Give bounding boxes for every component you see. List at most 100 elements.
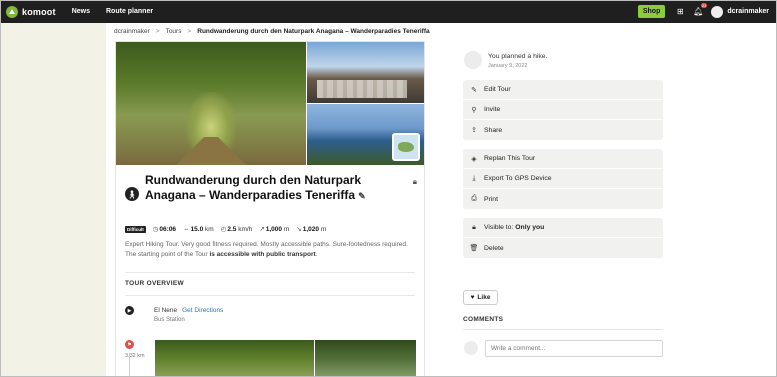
breadcrumb-separator: > <box>155 28 160 35</box>
visibility-value: Only you <box>515 224 545 231</box>
share-button[interactable]: ⇪ Share <box>463 120 663 140</box>
difficulty-badge: Difficult <box>125 225 146 233</box>
logo-text: komoot <box>22 6 56 17</box>
tour-photo-forest-path[interactable] <box>116 42 306 165</box>
section-divider <box>125 272 415 273</box>
menu-label: Print <box>484 195 498 203</box>
visibility-button[interactable]: 🔒︎ Visible to: Only you <box>463 218 663 238</box>
downhill-icon: ↘ <box>296 226 302 233</box>
waypoint-photo-trees[interactable] <box>315 340 416 376</box>
tour-card: 🚶︎ Rundwanderung durch den Naturpark Ana… <box>115 41 425 377</box>
highlight-icon: ⚑ <box>125 340 134 349</box>
clock-icon: ◷ <box>152 226 159 233</box>
avatar[interactable] <box>464 51 482 69</box>
tour-photo-village[interactable] <box>307 42 424 103</box>
menu-label: Export To GPS Device <box>484 175 552 182</box>
tour-stats: Difficult ◷06:06 ⇔15.0 km ◴2.5 km/h ↗1,0… <box>125 225 326 233</box>
speed-stat: ◴2.5 km/h <box>221 225 253 233</box>
shop-button[interactable]: Shop <box>637 5 666 18</box>
export-icon: ⤓ <box>472 174 476 182</box>
duration-value: 06:06 <box>159 226 177 233</box>
breadcrumb-tours[interactable]: Tours <box>166 28 182 35</box>
invite-button[interactable]: ⚲ Invite <box>463 100 663 120</box>
like-button[interactable]: ♥ Like <box>463 290 498 305</box>
notification-badge: 21 <box>700 2 708 8</box>
section-divider <box>125 295 415 296</box>
menu-label: Invite <box>484 106 501 113</box>
add-icon[interactable]: ⊞ <box>675 7 685 17</box>
user-name[interactable]: dcrainmaker <box>727 8 769 15</box>
comment-input[interactable] <box>485 340 663 357</box>
avatar <box>464 341 478 355</box>
nav-link-route-planner[interactable]: Route planner <box>106 8 153 15</box>
sidebar: You planned a hike. January 9, 2022 ✎ Edi… <box>463 49 663 357</box>
speed-icon: ◴ <box>220 226 227 233</box>
share-icon: ⇪ <box>471 127 477 134</box>
description-end: . <box>315 251 318 258</box>
uphill-unit: m <box>283 226 290 233</box>
description-highlight: is accessible with public transport <box>209 251 316 258</box>
lock-icon: 🔒︎ <box>472 223 476 231</box>
main-content: dcrainmaker > Tours > Rundwanderung durc… <box>106 23 777 377</box>
breadcrumb-user[interactable]: dcrainmaker <box>114 28 150 35</box>
speed-unit: km/h <box>238 226 253 233</box>
activity-text: You planned a hike. <box>488 53 548 60</box>
get-directions-link[interactable]: Get Directions <box>182 307 223 314</box>
nav-link-news[interactable]: News <box>72 8 90 15</box>
uphill-stat: ↗1,000 m <box>259 225 289 233</box>
tour-description: Expert Hiking Tour. Very good fitness re… <box>125 240 415 260</box>
menu-label: Delete <box>484 244 504 252</box>
breadcrumb: dcrainmaker > Tours > Rundwanderung durc… <box>114 28 430 35</box>
waypoint-type: Bus Station <box>154 317 185 323</box>
island-shape <box>398 142 414 152</box>
top-nav-bar: komoot News Route planner Shop ⊞ 🔔︎ 21 dc… <box>0 0 777 23</box>
delete-button[interactable]: 🗑︎ Delete <box>463 238 663 258</box>
duration-stat: ◷06:06 <box>153 225 176 233</box>
print-icon: ⎙ <box>471 195 477 202</box>
tour-overview-title: TOUR OVERVIEW <box>125 280 184 287</box>
pencil-icon: ✎ <box>471 86 477 94</box>
waypoint-name: El Nene Get Directions <box>154 307 223 314</box>
downhill-value: 1,020 <box>302 226 320 233</box>
invite-icon: ⚲ <box>471 106 477 114</box>
uphill-icon: ↗ <box>259 226 265 233</box>
map-thumbnail[interactable] <box>392 133 420 161</box>
waypoint-title[interactable]: El Nene <box>154 307 177 314</box>
waypoint-photo-forest[interactable] <box>155 340 314 376</box>
edit-tour-button[interactable]: ✎ Edit Tour <box>463 80 663 100</box>
trash-icon: 🗑︎ <box>469 245 479 252</box>
hiker-icon: 🚶︎ <box>125 187 139 201</box>
lock-icon: 🔒︎ <box>412 177 417 186</box>
distance-unit: km <box>205 225 214 233</box>
export-gps-button[interactable]: ⤓ Export To GPS Device <box>463 169 663 189</box>
uphill-value: 1,000 <box>265 226 283 233</box>
tour-privacy-menu: 🔒︎ Visible to: Only you 🗑︎ Delete <box>463 218 663 258</box>
replan-icon: ◈ <box>471 155 477 163</box>
distance-value: 15.0 <box>190 225 204 233</box>
waypoint-distance: 3.32 km <box>125 353 145 359</box>
menu-label: Replan This Tour <box>484 155 536 162</box>
tour-actions-menu: ✎ Edit Tour ⚲ Invite ⇪ Share <box>463 80 663 140</box>
heart-icon: ♥ <box>470 294 475 301</box>
activity-date: January 9, 2022 <box>488 63 528 69</box>
visibility-label: Visible to: <box>484 224 514 231</box>
timeline-line <box>129 353 130 376</box>
breadcrumb-current: Rundwanderung durch den Naturpark Anagan… <box>197 28 430 35</box>
print-button[interactable]: ⎙ Print <box>463 189 663 209</box>
user-avatar[interactable] <box>711 5 724 18</box>
distance-stat: ⇔15.0 km <box>183 226 214 233</box>
replan-tour-button[interactable]: ◈ Replan This Tour <box>463 149 663 169</box>
activity-entry: You planned a hike. January 9, 2022 <box>463 49 663 75</box>
komoot-logo[interactable]: komoot <box>6 5 56 18</box>
tour-tools-menu: ◈ Replan This Tour ⤓ Export To GPS Device … <box>463 149 663 209</box>
pencil-icon[interactable]: ✎ <box>358 191 366 201</box>
speed-value: 2.5 <box>227 226 237 233</box>
bell-icon[interactable]: 🔔︎ 21 <box>693 2 708 17</box>
distance-icon: ⇔ <box>183 225 190 233</box>
breadcrumb-separator: > <box>187 28 192 35</box>
menu-label: Edit Tour <box>484 86 511 93</box>
play-icon: ▶ <box>125 306 134 315</box>
comments-divider <box>463 329 663 330</box>
tour-title-text: Rundwanderung durch den Naturpark Anagan… <box>145 173 362 202</box>
tour-title: Rundwanderung durch den Naturpark Anagan… <box>145 173 395 204</box>
